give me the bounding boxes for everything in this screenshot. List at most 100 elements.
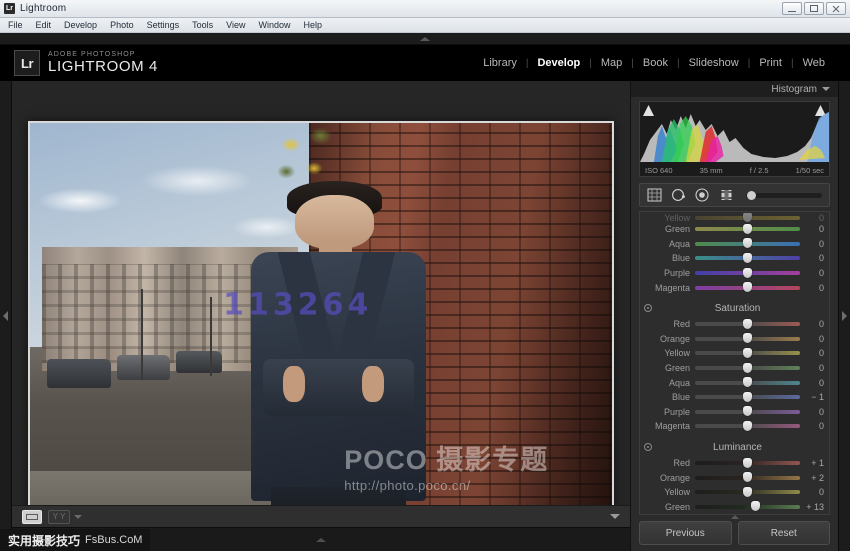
slider-row[interactable]: Orange 0 [640, 332, 829, 347]
red-eye-icon[interactable] [695, 188, 710, 202]
module-print[interactable]: Print [750, 57, 791, 69]
slider-knob[interactable] [743, 282, 752, 292]
slider-knob[interactable] [743, 487, 752, 497]
slider-track[interactable] [695, 216, 800, 220]
slider-knob[interactable] [743, 458, 752, 468]
slider-knob[interactable] [743, 348, 752, 358]
hsl-color-panel[interactable]: Yellow 0 Green 0 Aqua 0 [639, 211, 830, 515]
luminance-group-header[interactable]: Luminance [640, 439, 829, 456]
slider-knob[interactable] [743, 238, 752, 248]
slider-track[interactable] [695, 381, 800, 385]
slider-track[interactable] [695, 490, 800, 494]
slider-row[interactable]: Purple 0 [640, 405, 829, 420]
slider-track[interactable] [695, 242, 800, 246]
minimize-button[interactable] [782, 2, 802, 15]
slider-row[interactable]: Green 0 [640, 222, 829, 237]
menu-develop[interactable]: Develop [64, 20, 97, 30]
slider-knob[interactable] [743, 213, 752, 222]
slider-row[interactable]: Yellow 0 [640, 485, 829, 500]
slider-row[interactable]: Orange + 2 [640, 470, 829, 485]
slider-knob[interactable] [743, 363, 752, 373]
target-adjust-icon[interactable] [644, 443, 652, 451]
slider-track[interactable] [695, 227, 800, 231]
maximize-button[interactable] [804, 2, 824, 15]
toolbar-expand-icon[interactable] [610, 514, 620, 519]
slider-knob[interactable] [743, 406, 752, 416]
slider-track[interactable] [695, 461, 800, 465]
slider-knob[interactable] [743, 421, 752, 431]
slider-row[interactable]: Magenta 0 [640, 419, 829, 434]
slider-track[interactable] [695, 395, 800, 399]
histogram-header[interactable]: Histogram [631, 81, 838, 97]
chevron-down-icon[interactable] [74, 515, 82, 519]
slider-track[interactable] [695, 271, 800, 275]
slider-track[interactable] [695, 256, 800, 260]
slider-track[interactable] [695, 505, 800, 509]
slider-row[interactable]: Yellow 0 [640, 213, 829, 222]
right-panel-toggle[interactable] [838, 81, 850, 551]
module-library[interactable]: Library [474, 57, 526, 69]
slider-track[interactable] [695, 424, 800, 428]
slider-knob[interactable] [743, 319, 752, 329]
chevron-up-icon[interactable] [731, 515, 739, 519]
slider-knob[interactable] [743, 253, 752, 263]
menu-file[interactable]: File [8, 20, 23, 30]
histogram-panel[interactable]: ISO 640 35 mm f / 2.5 1/50 sec [639, 101, 830, 177]
slider-row[interactable]: Blue − 1 [640, 390, 829, 405]
slider-row[interactable]: Aqua 0 [640, 375, 829, 390]
slider-knob[interactable] [743, 377, 752, 387]
slider-knob[interactable] [743, 333, 752, 343]
slider-row[interactable]: Purple 0 [640, 266, 829, 281]
spot-removal-icon[interactable] [671, 188, 686, 202]
slider-track[interactable] [695, 337, 800, 341]
loupe-view-icon[interactable] [22, 510, 42, 524]
menu-window[interactable]: Window [259, 20, 291, 30]
identity-plate[interactable]: Lr ADOBE PHOTOSHOP LIGHTROOM 4 [0, 50, 158, 76]
chevron-down-icon[interactable] [822, 87, 830, 91]
slider-knob[interactable] [751, 501, 760, 511]
module-web[interactable]: Web [794, 57, 834, 69]
slider-row[interactable]: Aqua 0 [640, 237, 829, 252]
module-develop[interactable]: Develop [528, 57, 589, 69]
close-button[interactable] [826, 2, 846, 15]
module-slideshow[interactable]: Slideshow [680, 57, 748, 69]
reset-button[interactable]: Reset [738, 521, 831, 545]
slider-row[interactable]: Yellow 0 [640, 346, 829, 361]
menu-settings[interactable]: Settings [147, 20, 180, 30]
slider-knob[interactable] [743, 392, 752, 402]
menu-tools[interactable]: Tools [192, 20, 213, 30]
slider-track[interactable] [695, 286, 800, 290]
tool-size-slider[interactable] [746, 193, 822, 198]
previous-button[interactable]: Previous [639, 521, 732, 545]
slider-row[interactable]: Red + 1 [640, 456, 829, 471]
target-adjust-icon[interactable] [644, 304, 652, 312]
slider-knob[interactable] [747, 191, 756, 200]
graduated-filter-icon[interactable] [719, 188, 734, 202]
left-panel-toggle[interactable] [0, 81, 12, 551]
saturation-group-header[interactable]: Saturation [640, 300, 829, 317]
slider-row[interactable]: Green 0 [640, 361, 829, 376]
slider-track[interactable] [695, 410, 800, 414]
module-map[interactable]: Map [592, 57, 631, 69]
slider-knob[interactable] [743, 472, 752, 482]
slider-track[interactable] [695, 366, 800, 370]
menu-edit[interactable]: Edit [36, 20, 52, 30]
menu-help[interactable]: Help [304, 20, 323, 30]
slider-track[interactable] [695, 322, 800, 326]
slider-row[interactable]: Magenta 0 [640, 280, 829, 295]
slider-knob[interactable] [743, 224, 752, 234]
crop-overlay-icon[interactable] [647, 188, 662, 202]
slider-track[interactable] [695, 351, 800, 355]
slider-knob[interactable] [743, 268, 752, 278]
slider-track[interactable] [695, 476, 800, 480]
flag-filter-icon[interactable]: Y Y [48, 510, 70, 524]
exif-focal: 35 mm [700, 166, 723, 175]
top-panel-toggle[interactable] [0, 33, 850, 45]
slider-row[interactable]: Green + 13 [640, 500, 829, 515]
slider-row[interactable]: Red 0 [640, 317, 829, 332]
photo-image[interactable]: 113264 POCO 摄影专题 http://photo.poco.cn/ [30, 123, 612, 537]
module-book[interactable]: Book [634, 57, 677, 69]
slider-row[interactable]: Blue 0 [640, 251, 829, 266]
menu-photo[interactable]: Photo [110, 20, 134, 30]
menu-view[interactable]: View [226, 20, 245, 30]
